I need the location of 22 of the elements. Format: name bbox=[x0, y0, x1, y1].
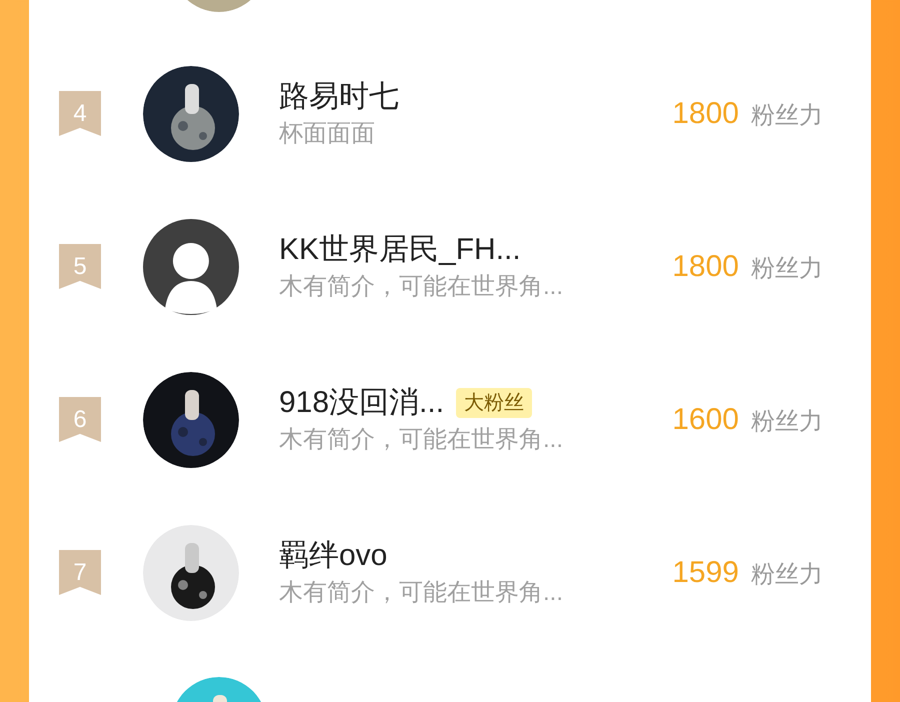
user-name[interactable]: 羁绊ovo bbox=[279, 536, 388, 576]
rank-ribbon: 5 bbox=[59, 244, 101, 289]
score: 1800 bbox=[672, 249, 739, 285]
score-unit: 粉丝力 bbox=[751, 254, 823, 284]
score: 1600 bbox=[672, 402, 739, 438]
user-name[interactable]: 路易时七 bbox=[279, 76, 399, 116]
user-bio: 木有简介，可能在世界角... bbox=[279, 272, 564, 302]
user-bio: 木有简介，可能在世界角... bbox=[279, 424, 564, 454]
rank-ribbon: 4 bbox=[59, 91, 101, 136]
score-unit: 粉丝力 bbox=[751, 407, 823, 437]
score: 1599 bbox=[672, 555, 739, 591]
user-name[interactable]: KK世界居民_FH... bbox=[279, 230, 521, 270]
score-unit: 粉丝力 bbox=[751, 101, 823, 131]
fan-badge: 大粉丝 bbox=[456, 388, 532, 418]
default-avatar-icon bbox=[143, 218, 239, 314]
score-unit: 粉丝力 bbox=[751, 560, 823, 590]
score: 1800 bbox=[672, 96, 739, 132]
rank-ribbon: 6 bbox=[59, 397, 101, 442]
user-bio: 木有简介，可能在世界角... bbox=[279, 578, 564, 608]
user-name[interactable]: 918没回消... bbox=[279, 382, 444, 422]
rank-ribbon: 7 bbox=[59, 550, 101, 595]
user-bio: 杯面面面 bbox=[279, 118, 376, 148]
